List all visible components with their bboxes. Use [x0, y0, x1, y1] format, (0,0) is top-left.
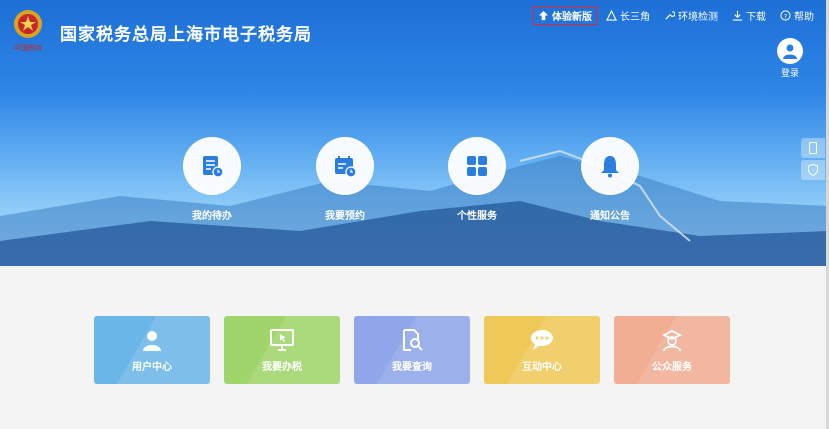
shield-icon [808, 164, 818, 176]
feature-notice[interactable]: 通知公告 [575, 137, 645, 222]
todo-list-icon [183, 137, 241, 195]
triangle-icon [606, 10, 617, 21]
bell-icon [581, 137, 639, 195]
download-icon [732, 10, 743, 21]
tax-emblem-logo: 中国税务 [14, 10, 42, 52]
phone-icon [809, 142, 817, 154]
tile-label: 我要查询 [392, 362, 432, 373]
hero-banner: 中国税务 国家税务总局上海市电子税务局 体验新版 长三角 环境检测 下载 ? 帮… [0, 0, 829, 266]
side-floating-tabs [801, 138, 825, 182]
tile-label: 互动中心 [522, 362, 562, 373]
feature-appointment[interactable]: 我要预约 [310, 137, 380, 222]
tile-user-center[interactable]: 用户中心 [94, 316, 210, 384]
environment-check-link[interactable]: 环境检测 [659, 6, 723, 25]
chat-icon [484, 328, 600, 354]
help-link[interactable]: ? 帮助 [775, 6, 819, 25]
svg-text:?: ? [784, 12, 787, 20]
try-new-version-link[interactable]: 体验新版 [533, 6, 597, 25]
user-icon [94, 328, 210, 354]
feature-label: 我的待办 [192, 211, 232, 222]
tile-label: 用户中心 [132, 362, 172, 373]
security-tab[interactable] [801, 160, 825, 180]
feature-label: 个性服务 [457, 211, 497, 222]
page-title: 国家税务总局上海市电子税务局 [60, 25, 312, 45]
download-link[interactable]: 下载 [727, 6, 771, 25]
user-avatar-icon [777, 38, 803, 64]
tile-handle-tax[interactable]: 我要办税 [224, 316, 340, 384]
login-label: 登录 [780, 69, 799, 79]
toplink-label: 帮助 [794, 12, 814, 23]
tile-query[interactable]: 我要查询 [354, 316, 470, 384]
feature-my-todo[interactable]: 我的待办 [177, 137, 247, 222]
tile-label: 公众服务 [652, 362, 692, 373]
login-button[interactable]: 登录 [775, 38, 805, 79]
grid-icon [448, 137, 506, 195]
feature-label: 通知公告 [590, 211, 630, 222]
toplink-label: 下载 [746, 12, 766, 23]
upload-arrow-icon [538, 10, 549, 21]
toplink-label: 长三角 [620, 12, 650, 23]
service-person-icon [614, 328, 730, 354]
toplink-label: 体验新版 [552, 12, 592, 23]
svg-text:中国税务: 中国税务 [14, 43, 42, 52]
monitor-cursor-icon [224, 328, 340, 354]
tile-interaction[interactable]: 互动中心 [484, 316, 600, 384]
calendar-clock-icon [316, 137, 374, 195]
tile-public-service[interactable]: 公众服务 [614, 316, 730, 384]
help-icon: ? [780, 10, 791, 21]
toplink-label: 环境检测 [678, 12, 718, 23]
service-tiles: 用户中心 我要办税 我要查询 互动中心 公众服务 [94, 316, 730, 384]
feature-label: 我要预约 [325, 211, 365, 222]
mountain-background [0, 149, 829, 266]
mobile-tab[interactable] [801, 138, 825, 158]
search-doc-icon [354, 328, 470, 354]
wrench-icon [665, 11, 675, 20]
tile-label: 我要办税 [262, 362, 302, 373]
top-toolbar: 体验新版 长三角 环境检测 下载 ? 帮助 [533, 6, 819, 25]
yangtze-delta-link[interactable]: 长三角 [601, 6, 655, 25]
feature-personal-service[interactable]: 个性服务 [442, 137, 512, 222]
